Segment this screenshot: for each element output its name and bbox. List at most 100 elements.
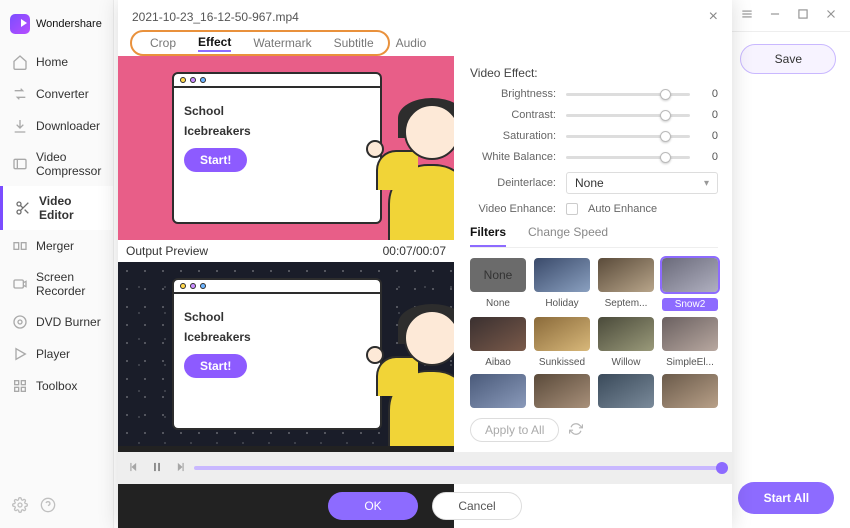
brand-name: Wondershare	[36, 18, 102, 30]
subtab-change-speed[interactable]: Change Speed	[528, 225, 608, 247]
sidebar-item-merger[interactable]: Merger	[0, 230, 113, 262]
subtab-filters[interactable]: Filters	[470, 225, 506, 247]
refresh-icon[interactable]	[569, 422, 583, 439]
brightness-slider[interactable]	[566, 93, 690, 96]
scissors-icon	[15, 200, 31, 216]
auto-enhance-label: Auto Enhance	[588, 203, 657, 215]
sidebar-item-home[interactable]: Home	[0, 46, 113, 78]
menu-icon[interactable]	[740, 7, 754, 24]
saturation-value: 0	[700, 130, 718, 142]
auto-enhance-checkbox[interactable]	[566, 203, 578, 215]
pause-icon[interactable]	[150, 460, 164, 477]
original-preview: SchoolIcebreakers Start!	[118, 56, 454, 240]
saturation-slider[interactable]	[566, 135, 690, 138]
sidebar-item-label: Video Compressor	[36, 150, 101, 178]
filter-thumb[interactable]	[470, 317, 526, 351]
filter-thumb[interactable]	[534, 317, 590, 351]
filter-label: Aibao	[470, 357, 526, 368]
filter-label-selected: Snow2	[662, 298, 718, 311]
filter-label: Holiday	[534, 298, 590, 311]
timeline-knob[interactable]	[716, 462, 728, 474]
sidebar-item-dvd[interactable]: DVD Burner	[0, 306, 113, 338]
saturation-label: Saturation:	[470, 130, 556, 142]
cancel-button[interactable]: Cancel	[432, 492, 522, 520]
modal-filename: 2021-10-23_16-12-50-967.mp4	[132, 10, 299, 24]
brightness-value: 0	[700, 88, 718, 100]
filter-thumb[interactable]	[534, 374, 590, 408]
sidebar: Wondershare Home Converter Downloader Vi…	[0, 0, 114, 528]
compress-icon	[12, 156, 28, 172]
filter-thumb[interactable]	[598, 374, 654, 408]
brand: Wondershare	[0, 8, 113, 46]
sidebar-item-converter[interactable]: Converter	[0, 78, 113, 110]
sidebar-item-downloader[interactable]: Downloader	[0, 110, 113, 142]
preview-timestamp: 00:07/00:07	[383, 244, 446, 258]
chevron-down-icon: ▾	[704, 178, 709, 189]
white-balance-label: White Balance:	[470, 151, 556, 163]
tab-subtitle[interactable]: Subtitle	[334, 36, 374, 50]
contrast-label: Contrast:	[470, 109, 556, 121]
play-icon	[12, 346, 28, 362]
sidebar-item-label: Toolbox	[36, 379, 77, 393]
timeline-track[interactable]	[194, 466, 722, 470]
next-frame-icon[interactable]	[172, 460, 186, 477]
preview-start-pill: Start!	[184, 148, 247, 172]
tab-watermark[interactable]: Watermark	[253, 36, 311, 50]
tab-effect[interactable]: Effect	[198, 35, 231, 52]
sidebar-item-recorder[interactable]: Screen Recorder	[0, 262, 113, 306]
filter-thumb[interactable]	[470, 374, 526, 408]
recorder-icon	[12, 276, 28, 292]
filter-label: SimpleEl...	[662, 357, 718, 368]
preview-start-pill: Start!	[184, 354, 247, 378]
sidebar-item-player[interactable]: Player	[0, 338, 113, 370]
sidebar-item-compressor[interactable]: Video Compressor	[0, 142, 113, 186]
deinterlace-select[interactable]: None▾	[566, 172, 718, 194]
white-balance-slider[interactable]	[566, 156, 690, 159]
filter-label: Septem...	[598, 298, 654, 311]
filter-thumb[interactable]	[662, 374, 718, 408]
modal-close-icon[interactable]: ×	[709, 8, 718, 26]
merger-icon	[12, 238, 28, 254]
start-all-button[interactable]: Start All	[738, 482, 834, 514]
transport-bar	[118, 452, 732, 484]
sidebar-item-video-editor[interactable]: Video Editor	[0, 186, 113, 230]
sidebar-item-label: Downloader	[36, 119, 100, 133]
apply-to-all-button[interactable]: Apply to All	[470, 418, 559, 442]
sidebar-item-label: Converter	[36, 87, 89, 101]
sidebar-item-label: DVD Burner	[36, 315, 101, 329]
minimize-icon[interactable]	[768, 7, 782, 24]
output-preview-label: Output Preview	[126, 244, 208, 258]
sidebar-item-label: Video Editor	[39, 194, 101, 222]
sidebar-item-toolbox[interactable]: Toolbox	[0, 370, 113, 402]
converter-icon	[12, 86, 28, 102]
download-icon	[12, 118, 28, 134]
save-button[interactable]: Save	[740, 44, 836, 74]
filter-thumb[interactable]	[598, 258, 654, 292]
editor-tabs-highlight: Crop Effect Watermark Subtitle Audio	[130, 30, 390, 56]
brightness-label: Brightness:	[470, 88, 556, 100]
tab-audio[interactable]: Audio	[396, 36, 427, 50]
sidebar-item-label: Player	[36, 347, 70, 361]
tab-crop[interactable]: Crop	[150, 36, 176, 50]
sidebar-item-label: Screen Recorder	[36, 270, 101, 298]
effect-editor-modal: 2021-10-23_16-12-50-967.mp4 × Crop Effec…	[118, 0, 732, 528]
close-icon[interactable]	[824, 7, 838, 24]
filter-label: Sunkissed	[534, 357, 590, 368]
maximize-icon[interactable]	[796, 7, 810, 24]
filter-grid: None None Holiday Septem... Snow2 Aibao …	[470, 258, 718, 408]
filter-thumb[interactable]	[534, 258, 590, 292]
filter-thumb[interactable]	[598, 317, 654, 351]
filter-thumb-selected[interactable]	[662, 258, 718, 292]
filter-thumb[interactable]	[662, 317, 718, 351]
video-effect-heading: Video Effect:	[470, 66, 718, 80]
prev-frame-icon[interactable]	[128, 460, 142, 477]
ok-button[interactable]: OK	[328, 492, 418, 520]
grid-icon	[12, 378, 28, 394]
output-preview: SchoolIcebreakers Start!	[118, 262, 454, 446]
help-icon[interactable]	[40, 497, 56, 516]
filter-thumb-none[interactable]: None	[470, 258, 526, 292]
contrast-slider[interactable]	[566, 114, 690, 117]
brand-logo-icon	[10, 14, 30, 34]
filter-label: None	[470, 298, 526, 311]
settings-icon[interactable]	[12, 497, 28, 516]
